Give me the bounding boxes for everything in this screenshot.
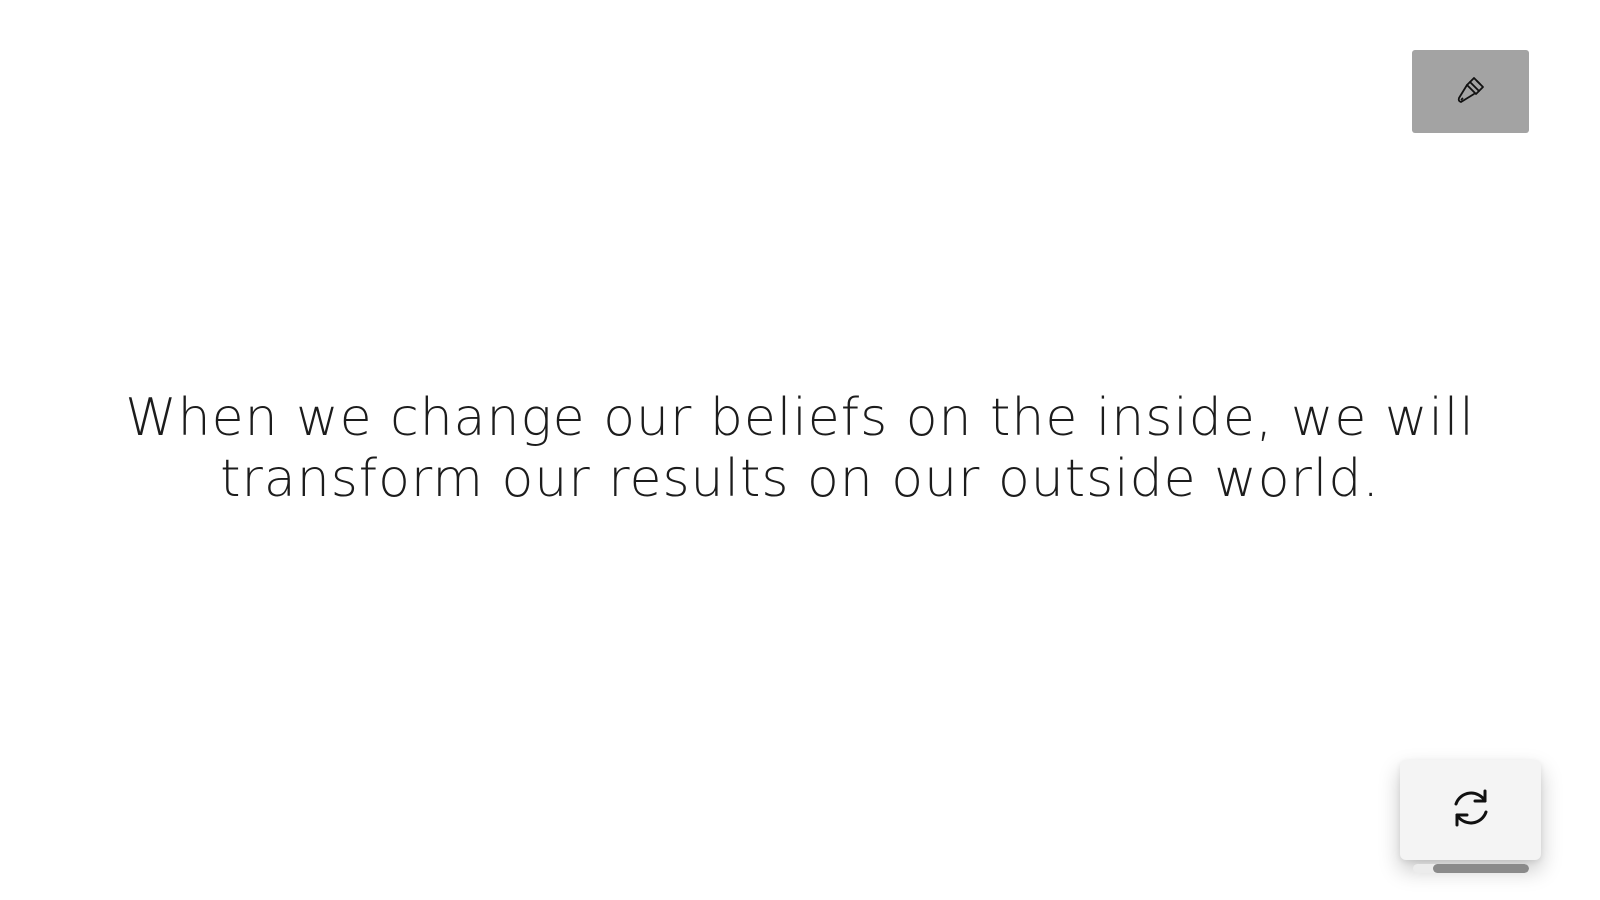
timer-progress-fill (1432, 864, 1529, 873)
theme-button[interactable] (1412, 50, 1529, 133)
quote-page: When we change our beliefs on the inside… (0, 0, 1600, 900)
refresh-button[interactable] (1400, 760, 1541, 860)
paintbrush-icon (1453, 72, 1489, 112)
quote-text: When we change our beliefs on the inside… (125, 388, 1475, 509)
refresh-icon (1446, 783, 1496, 837)
timer-progress-bar (1413, 864, 1529, 873)
